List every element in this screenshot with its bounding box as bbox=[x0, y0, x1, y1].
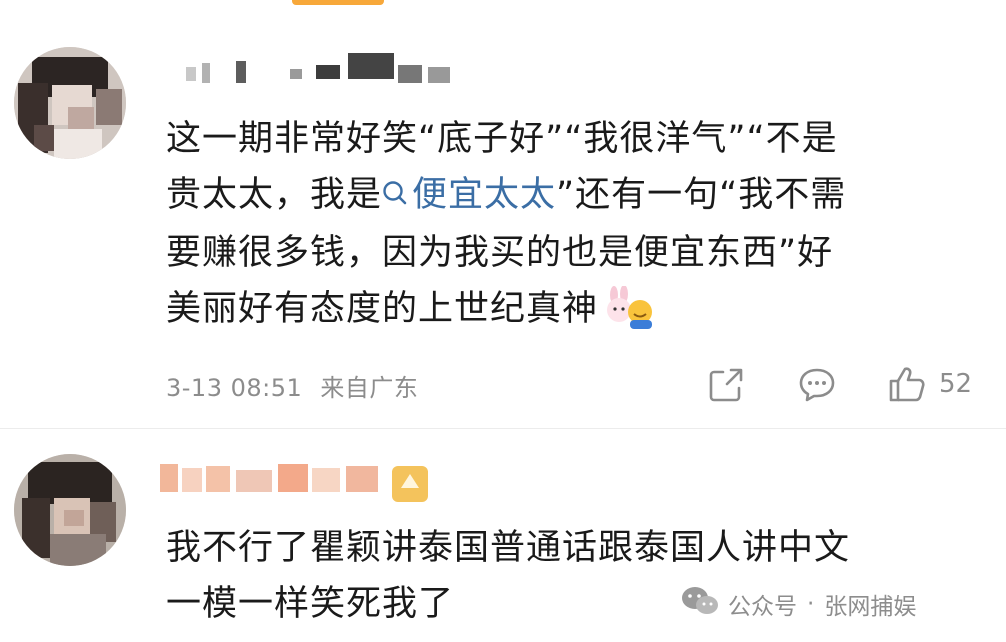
search-icon bbox=[382, 169, 408, 225]
share-button[interactable] bbox=[707, 366, 745, 404]
avatar[interactable] bbox=[14, 454, 126, 566]
level-badge-icon bbox=[392, 466, 428, 502]
like-count: 52 bbox=[939, 369, 973, 399]
like-button[interactable]: 52 bbox=[887, 364, 972, 404]
comment-line-text: 美丽好有态度的上世纪真神 bbox=[166, 289, 599, 329]
comment-line: 贵太太，我是 便宜太太”还有一句“我不需 bbox=[166, 167, 846, 225]
comment-button[interactable] bbox=[797, 366, 837, 404]
bunny-hug-emoji-icon bbox=[604, 285, 656, 347]
comment-line: 要赚很多钱，因为我买的也是便宜东西”好 bbox=[166, 233, 834, 273]
comment-line: 这一期非常好笑“底子好”“我很洋气”“不是 bbox=[166, 119, 838, 159]
comment-line-text: ”还有一句“我不需 bbox=[556, 175, 847, 215]
share-icon bbox=[707, 366, 745, 404]
comment-divider bbox=[0, 428, 1006, 429]
search-topic-text: 便宜太太 bbox=[412, 175, 557, 215]
comment-location: 来自广东 bbox=[320, 374, 419, 402]
comment-icon bbox=[797, 366, 837, 404]
thumbs-up-icon bbox=[887, 364, 927, 404]
search-topic-link[interactable]: 便宜太太 bbox=[382, 175, 556, 215]
wechat-logo-icon bbox=[680, 585, 720, 623]
username-blurred[interactable] bbox=[166, 47, 466, 83]
username-blurred[interactable] bbox=[160, 462, 392, 498]
comment-time: 3-13 08:51 bbox=[166, 374, 303, 402]
comment-line-text: 贵太太，我是 bbox=[166, 175, 383, 215]
comment-line: 美丽好有态度的上世纪真神 bbox=[166, 281, 846, 347]
avatar[interactable] bbox=[14, 47, 126, 159]
comment-meta: 3-13 08:51 来自广东 bbox=[166, 368, 418, 403]
watermark-account-name: 张网捕娱 bbox=[824, 594, 917, 620]
comment-line: 我不行了瞿颖讲泰国普通话跟泰国人讲中文 bbox=[166, 528, 851, 568]
top-accent-bar bbox=[292, 0, 384, 5]
watermark-account-type: 公众号 bbox=[728, 594, 797, 620]
watermark-separator: · bbox=[807, 591, 815, 617]
comment-text: 这一期非常好笑“底子好”“我很洋气”“不是 贵太太，我是 便宜太太”还有一句“我不… bbox=[166, 111, 846, 347]
watermark: 公众号 · 张网捕娱 bbox=[680, 585, 916, 623]
